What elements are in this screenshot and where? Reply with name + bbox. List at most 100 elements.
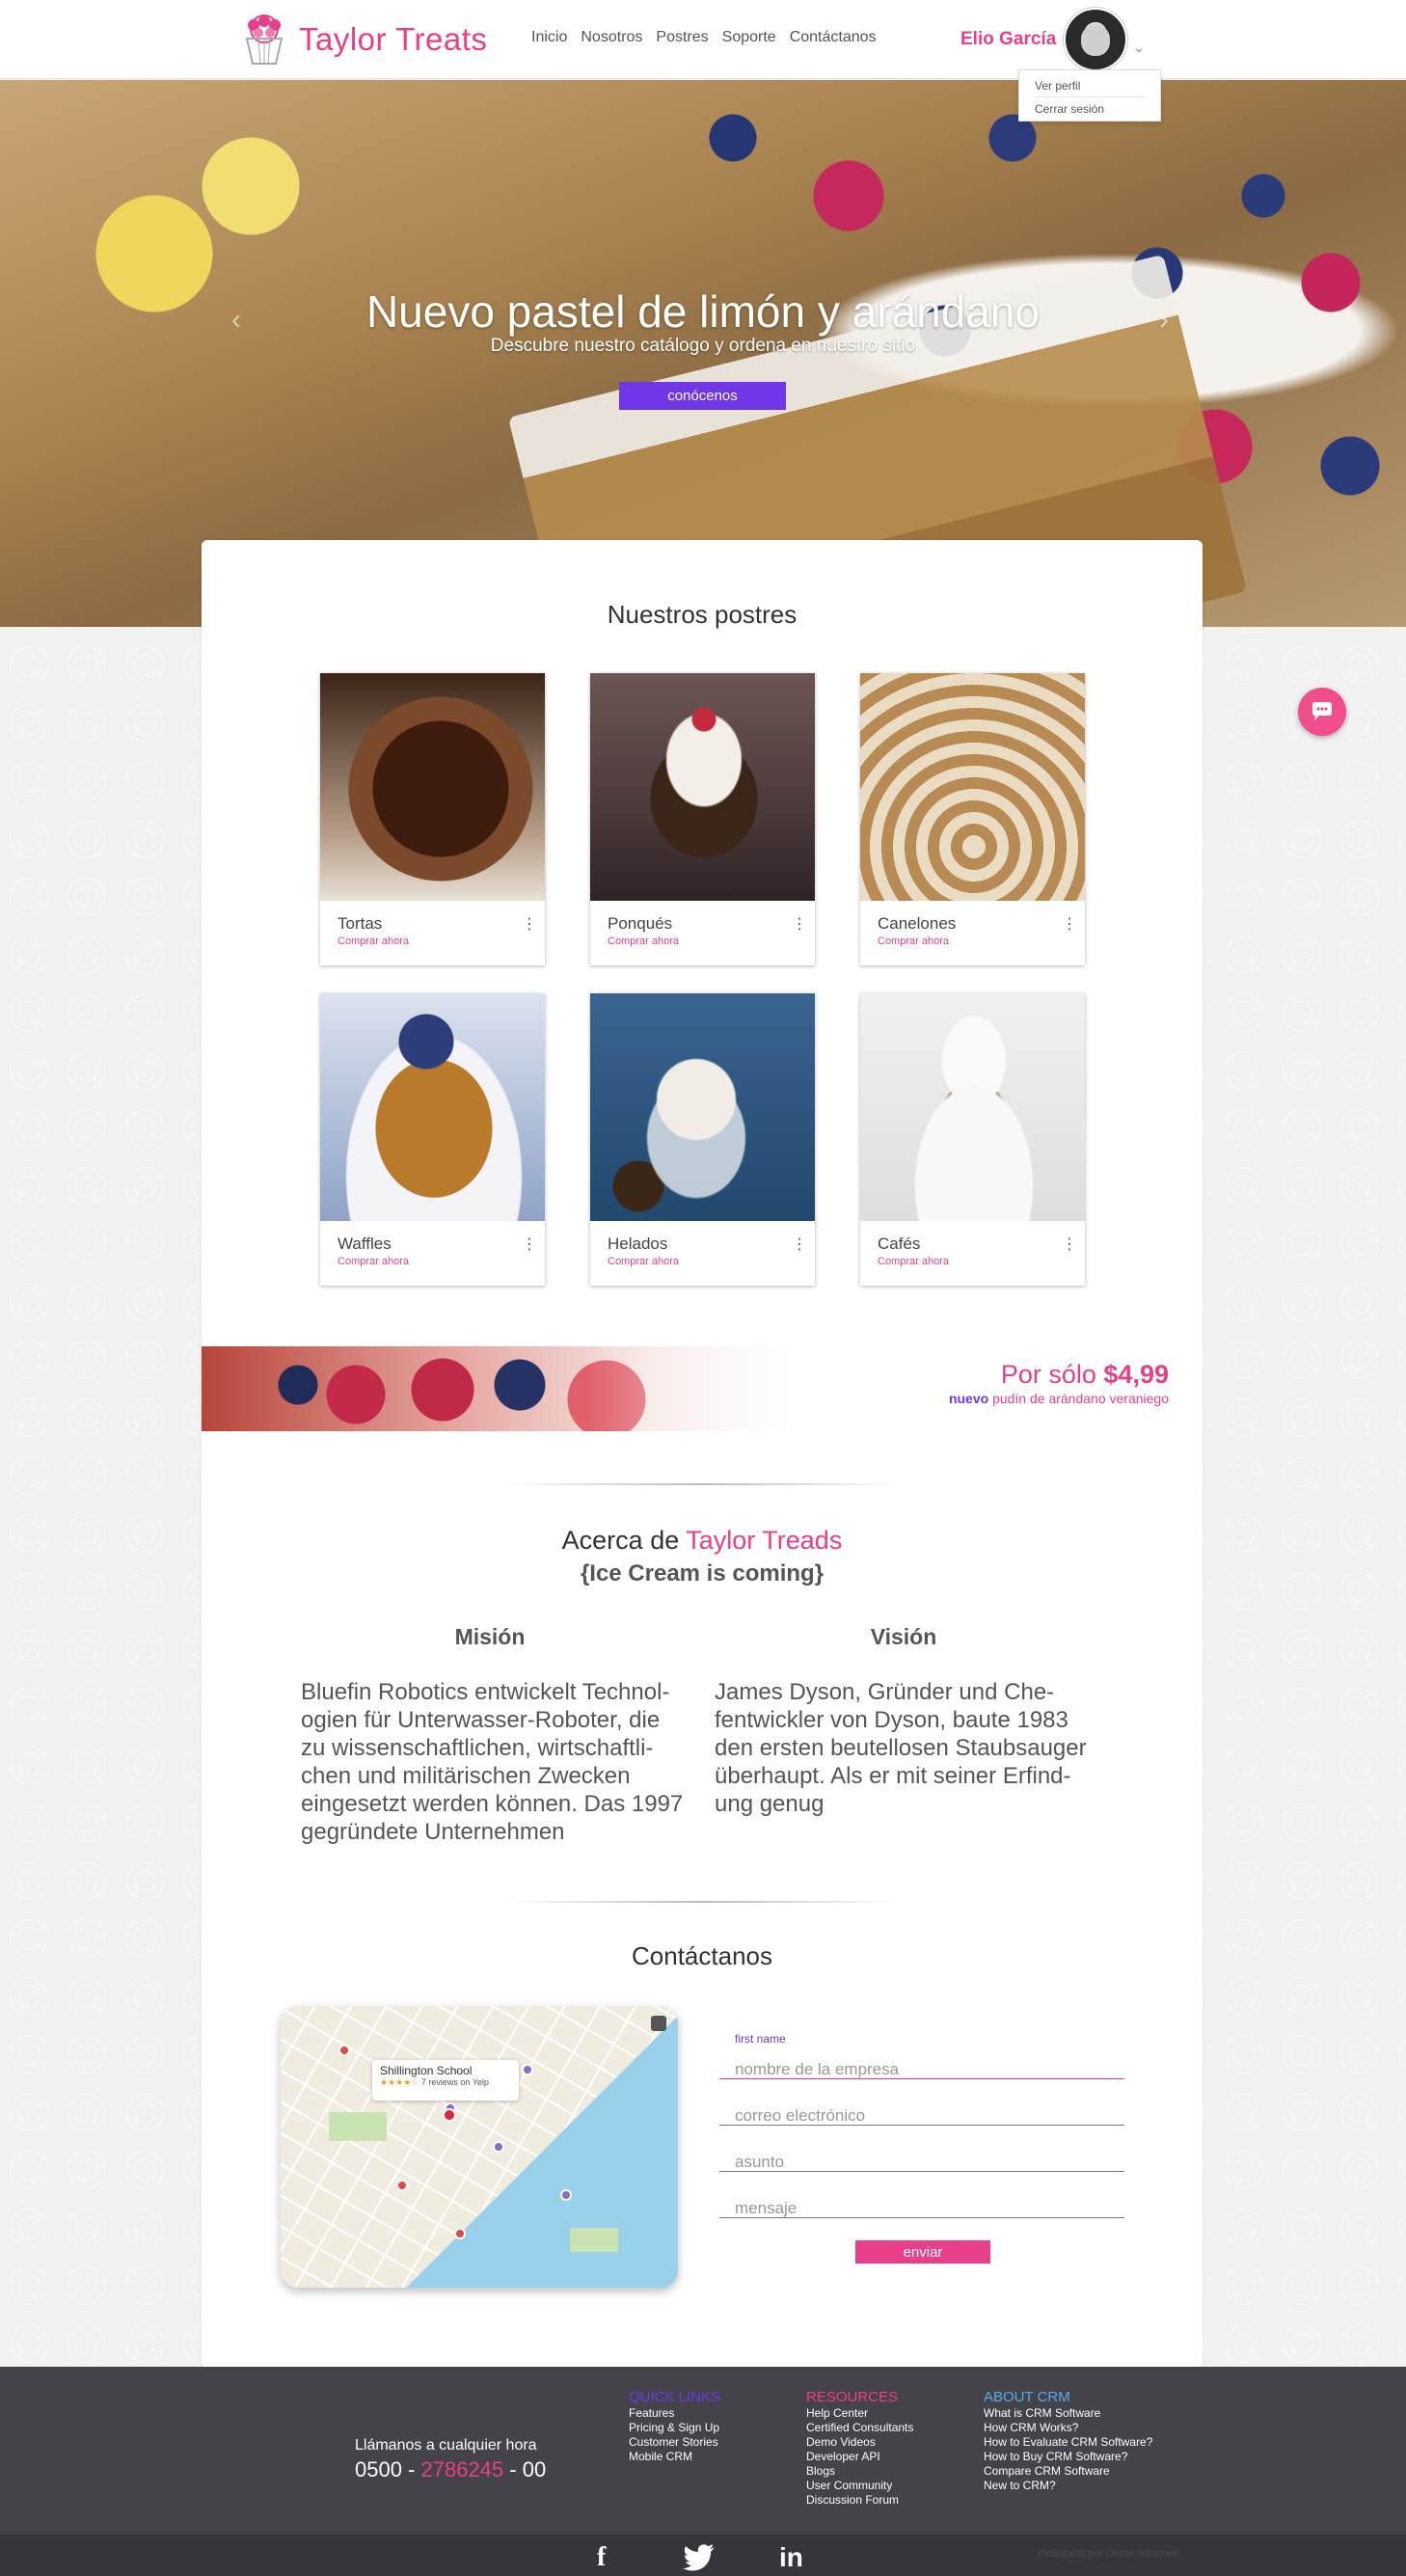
nav-inicio[interactable]: Inicio <box>531 29 567 46</box>
email-field[interactable]: correo electrónico <box>719 2087 1124 2126</box>
send-button[interactable]: enviar <box>855 2240 990 2264</box>
promo-price: Por sólo $4,99 <box>1000 1360 1169 1389</box>
product-image-ponques <box>590 673 815 901</box>
map-pin-icon[interactable] <box>493 2141 504 2153</box>
hero-subtitle: Descubre nuestro catálogo y ordena en nu… <box>490 336 916 356</box>
more-options-icon[interactable]: ⋮ <box>792 914 807 934</box>
nav-soporte[interactable]: Soporte <box>722 29 776 46</box>
map-info-card[interactable]: Shillington School ★★★★☆ 7 reviews on Ye… <box>372 2060 519 2101</box>
map-pin-icon[interactable] <box>338 2045 350 2056</box>
hero-cta-button[interactable]: conócenos <box>619 382 786 410</box>
footer-about-crm: ABOUT CRM What is CRM Software How CRM W… <box>984 2389 1152 2493</box>
copyright: Realizado por Oscar Sánchez <box>1038 2548 1179 2560</box>
map-pin-icon[interactable] <box>560 2189 572 2201</box>
map-pin-icon[interactable] <box>396 2180 408 2191</box>
footer-link[interactable]: Features <box>629 2406 720 2421</box>
footer-link[interactable]: Mobile CRM <box>629 2450 720 2464</box>
twitter-icon[interactable] <box>683 2544 716 2571</box>
selected-location-pin-icon[interactable] <box>443 2108 456 2122</box>
footer-link[interactable]: New to CRM? <box>984 2479 1152 2493</box>
footer-link[interactable]: How to Buy CRM Software? <box>984 2450 1152 2464</box>
more-options-icon[interactable]: ⋮ <box>522 914 537 934</box>
footer-link[interactable]: Pricing & Sign Up <box>629 2421 720 2435</box>
buy-now-link[interactable]: Comprar ahora <box>338 935 409 947</box>
more-options-icon[interactable]: ⋮ <box>1062 1234 1077 1254</box>
product-card[interactable]: Helados Comprar ahora ⋮ <box>590 993 815 1286</box>
product-image-helados <box>590 993 815 1221</box>
product-card[interactable]: Ponqués Comprar ahora ⋮ <box>590 673 815 965</box>
product-name: Canelones <box>878 914 957 933</box>
nav-contactanos[interactable]: Contáctanos <box>790 29 877 46</box>
promo-banner[interactable]: Por sólo $4,99 nuevo pudín de arándano v… <box>202 1346 1203 1431</box>
chevron-down-icon[interactable]: ⌄ <box>1133 40 1145 56</box>
section-divider <box>505 1483 901 1485</box>
footer-link[interactable]: Customer Stories <box>629 2435 720 2450</box>
message-field[interactable]: mensaje <box>719 2180 1124 2218</box>
menu-cerrar-sesion[interactable]: Cerrar sesión <box>1035 97 1145 121</box>
rating-stars-icon: ★★★★☆ <box>380 2077 419 2087</box>
promo-image <box>202 1346 838 1431</box>
footer-link[interactable]: Developer API <box>806 2450 913 2464</box>
avatar[interactable] <box>1064 8 1128 71</box>
desserts-title: Nuestros postres <box>607 600 798 629</box>
buy-now-link[interactable]: Comprar ahora <box>608 935 679 947</box>
linkedin-icon[interactable]: in <box>779 2542 803 2573</box>
footer-link[interactable]: User Community <box>806 2479 913 2493</box>
more-options-icon[interactable]: ⋮ <box>522 1234 537 1254</box>
footer-quick-links: QUICK LINKS Features Pricing & Sign Up C… <box>629 2389 720 2464</box>
product-card[interactable]: Cafés Comprar ahora ⋮ <box>860 993 1085 1286</box>
nav-postres[interactable]: Postres <box>656 29 708 46</box>
phone-number[interactable]: 0500 - 2786245 - 00 <box>355 2457 546 2482</box>
buy-now-link[interactable]: Comprar ahora <box>338 1256 409 1267</box>
buy-now-link[interactable]: Comprar ahora <box>878 935 949 947</box>
footer-link[interactable]: Discussion Forum <box>806 2493 913 2508</box>
footer-link[interactable]: Compare CRM Software <box>984 2464 1152 2479</box>
buy-now-link[interactable]: Comprar ahora <box>878 1256 949 1267</box>
footer-link[interactable]: What is CRM Software <box>984 2406 1152 2421</box>
product-name: Cafés <box>878 1234 921 1253</box>
product-image-tortas <box>320 673 545 901</box>
about-title: Acerca de Taylor Treads <box>561 1526 843 1555</box>
user-dropdown: Ver perfil Cerrar sesión <box>1018 69 1161 122</box>
vision-text: James Dyson, Gründer und Che-fentwickler… <box>715 1679 1087 1817</box>
brand-logo[interactable]: Taylor Treats <box>237 12 487 68</box>
more-options-icon[interactable]: ⋮ <box>1062 914 1077 934</box>
map-pointer <box>473 1990 500 2007</box>
company-name-field[interactable]: nombre de la empresa <box>719 2041 1124 2079</box>
footer-link[interactable]: Certified Consultants <box>806 2421 913 2435</box>
chat-bubble-icon <box>1312 702 1332 720</box>
footer-link[interactable]: How to Evaluate CRM Software? <box>984 2435 1152 2450</box>
quick-links-title: QUICK LINKS <box>629 2389 721 2405</box>
product-image-cafes <box>860 993 1085 1221</box>
location-map[interactable]: Shillington School ★★★★☆ 7 reviews on Ye… <box>281 2006 678 2288</box>
resources-title: RESOURCES <box>806 2389 899 2405</box>
product-image-waffles <box>320 993 545 1221</box>
chat-button[interactable] <box>1298 688 1346 736</box>
map-reviews: ★★★★☆ 7 reviews on Yelp <box>380 2077 489 2087</box>
footer-link[interactable]: Demo Videos <box>806 2435 913 2450</box>
footer-link[interactable]: How CRM Works? <box>984 2421 1152 2435</box>
product-card[interactable]: Tortas Comprar ahora ⋮ <box>320 673 545 965</box>
more-options-icon[interactable]: ⋮ <box>792 1234 807 1254</box>
footer-link[interactable]: Blogs <box>806 2464 913 2479</box>
footer-link[interactable]: Help Center <box>806 2406 913 2421</box>
map-close-icon[interactable] <box>651 2016 666 2031</box>
section-divider <box>505 1901 901 1903</box>
nav-nosotros[interactable]: Nosotros <box>581 29 642 46</box>
buy-now-link[interactable]: Comprar ahora <box>608 1256 679 1267</box>
facebook-icon[interactable]: f <box>597 2542 606 2573</box>
about-crm-title: ABOUT CRM <box>984 2389 1070 2405</box>
product-card[interactable]: Canelones Comprar ahora ⋮ <box>860 673 1085 965</box>
subject-field[interactable]: asunto <box>719 2133 1124 2172</box>
map-pin-icon[interactable] <box>454 2228 466 2239</box>
product-name: Tortas <box>338 914 383 933</box>
social-bar: f in Realizado por Oscar Sánchez <box>0 2535 1406 2576</box>
map-pin-icon[interactable] <box>522 2064 533 2075</box>
footer-resources: RESOURCES Help Center Certified Consulta… <box>806 2389 913 2508</box>
call-label: Llámanos a cualquier hora <box>355 2437 537 2454</box>
menu-ver-perfil[interactable]: Ver perfil <box>1035 74 1145 97</box>
promo-description: nuevo pudín de arándano veraniego <box>948 1391 1169 1406</box>
user-menu-toggle[interactable]: Elio García ⌄ <box>960 8 1145 71</box>
contact-title: Contáctanos <box>632 1941 772 1970</box>
product-card[interactable]: Waffles Comprar ahora ⋮ <box>320 993 545 1286</box>
